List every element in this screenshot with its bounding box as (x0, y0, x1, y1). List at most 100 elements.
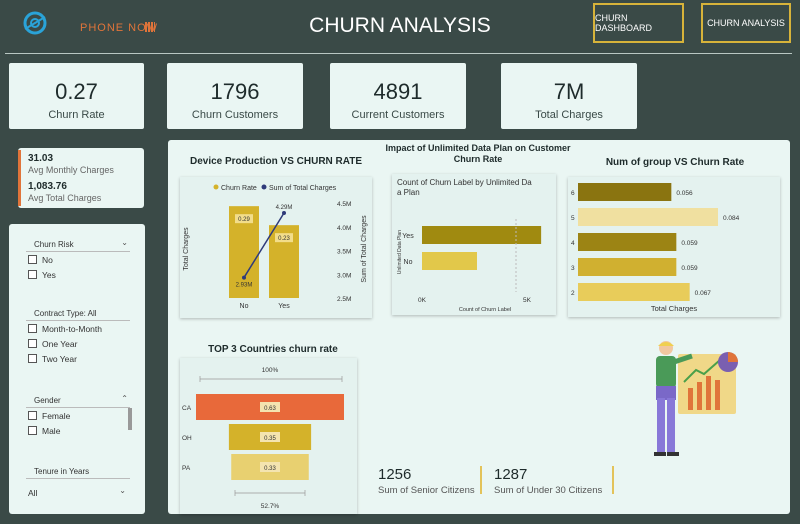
stat-label: Sum of Under 30 Citizens (494, 485, 603, 496)
bar-data-label: 0.33 (264, 466, 276, 472)
kpi-churn-rate: 0.27 Churn Rate (9, 63, 144, 129)
bar (578, 183, 672, 201)
chart-subtitle: Count of Churn Label by Unlimited Da (397, 178, 532, 187)
checkbox[interactable] (28, 339, 37, 348)
bar (422, 252, 477, 270)
avg-monthly-label: Avg Monthly Charges (28, 165, 114, 175)
y-tick-label: CA (182, 405, 192, 412)
kpi-total-charges: 7M Total Charges (501, 63, 637, 129)
option-no[interactable]: No (20, 252, 136, 267)
checkbox[interactable] (28, 411, 37, 420)
bar (578, 233, 677, 251)
stat-under-30: 1287 Sum of Under 30 Citizens (494, 466, 602, 496)
gender-slicer[interactable]: Gender ⌃ Female Male (20, 392, 136, 446)
option-one-year[interactable]: One Year (20, 336, 136, 351)
line-point (242, 275, 246, 280)
stat-divider (480, 466, 482, 494)
bar (422, 226, 542, 244)
bar-data-label: 0.067 (695, 290, 712, 297)
avg-charges-card: 31.03 Avg Monthly Charges 1,083.76 Avg T… (18, 148, 144, 208)
x-axis-label: Count of Churn Label (459, 307, 511, 313)
y-tick-label-right: 3.5M (337, 249, 351, 256)
slicer-title: Tenure in Years (34, 467, 90, 476)
y-axis-label-left: Total Charges (183, 227, 190, 271)
brand-logo (22, 10, 48, 36)
kpi-label: Current Customers (351, 109, 445, 121)
option-female[interactable]: Female (20, 408, 136, 423)
chart-title: Impact of Unlimited Data Plan on Custome… (385, 143, 571, 164)
stat-label: Sum of Senior Citizens (378, 485, 475, 496)
y-tick-label: PA (182, 465, 191, 472)
option-month-to-month[interactable]: Month-to-Month (20, 321, 136, 336)
gear-globe-icon (23, 11, 47, 35)
kpi-label: Churn Rate (48, 109, 105, 121)
bar-data-label: 0.29 (238, 217, 250, 223)
kpi-value: 7M (553, 79, 585, 104)
chart-subtitle: a Plan (397, 188, 420, 197)
tenure-slicer[interactable]: Tenure in Years All ⌄ (20, 463, 136, 503)
nav-churn-dashboard-button[interactable]: CHURN DASHBOARD (593, 3, 684, 43)
bar-data-label: 0.084 (723, 215, 740, 222)
kpi-value: 1796 (210, 79, 260, 104)
slicer-title: Churn Risk (34, 240, 74, 249)
bar-data-label: 0.35 (264, 436, 276, 442)
bar-data-label: 0.059 (681, 265, 698, 272)
kpi-label: Total Charges (535, 109, 603, 121)
y-tick-label: 2 (571, 290, 575, 297)
kpi-churn-customers: 1796 Churn Customers (167, 63, 303, 129)
chart-title: TOP 3 Countries churn rate (208, 344, 338, 355)
chart-title: Num of group VS Churn Rate (605, 157, 745, 168)
funnel-top-label: 100% (262, 367, 279, 374)
option-two-year[interactable]: Two Year (20, 351, 136, 366)
kpi-current-customers: 4891 Current Customers (330, 63, 466, 129)
line-data-label: 4.29M (276, 205, 293, 211)
option-yes[interactable]: Yes (20, 267, 136, 282)
countries-chart-card: 100% 0.63 CA 0.35 OH 0.33 PA 52.7% (180, 358, 357, 514)
num-group-chart: 6 0.056 5 0.084 4 0.059 3 0.059 2 0.067 Total Char… (571, 183, 740, 313)
option-male[interactable]: Male (20, 423, 136, 438)
accent-bar (18, 150, 21, 206)
chevron-up-icon[interactable]: ⌃ (121, 394, 128, 403)
x-axis-label: Total Charges (651, 304, 698, 313)
x-tick-label: No (240, 303, 249, 310)
y-tick-label: No (404, 259, 413, 266)
bar-data-label: 0.059 (681, 240, 698, 247)
stat-divider (612, 466, 614, 494)
legend-label: Sum of Total Charges (269, 185, 337, 192)
funnel-bottom-label: 52.7% (261, 503, 280, 510)
checkbox[interactable] (28, 426, 37, 435)
avg-total-value: 1,083.76 (28, 181, 67, 192)
brand-bars-icon (145, 22, 155, 32)
device-production-chart: Churn Rate Sum of Total Charges Total Char… (183, 184, 368, 310)
y-tick-label: Yes (402, 233, 414, 240)
checkbox[interactable] (28, 354, 37, 363)
y-tick-label: 6 (571, 190, 575, 197)
top-countries-chart: 100% 0.63 CA 0.35 OH 0.33 PA 52.7% (182, 367, 344, 510)
checkbox[interactable] (28, 324, 37, 333)
avg-monthly-value: 31.03 (28, 153, 54, 164)
bar-data-label: 0.63 (264, 406, 276, 412)
checkbox[interactable] (28, 255, 37, 264)
x-tick-label: 5K (523, 297, 532, 304)
contract-type-slicer[interactable]: Contract Type: All Month-to-Month One Ye… (20, 305, 136, 372)
churn-risk-slicer[interactable]: Churn Risk ⌄ No Yes (20, 236, 136, 290)
nav-churn-analysis-button[interactable]: CHURN ANALYSIS (701, 3, 791, 43)
line-data-label: 2.93M (236, 283, 253, 289)
unlimited-data-chart: Count of Churn Label by Unlimited Daa Pl… (397, 178, 542, 313)
bar-data-label: 0.23 (278, 236, 290, 242)
bar-data-label: 0.056 (676, 190, 693, 197)
chart-title: Device Production VS CHURN RATE (189, 156, 363, 167)
checkbox[interactable] (28, 270, 37, 279)
bar (578, 283, 690, 301)
y-axis-label-right: Sum of Total Charges (361, 215, 368, 283)
stat-value: 1256 (378, 466, 412, 483)
y-tick-label: 3 (571, 265, 575, 272)
x-tick-label: Yes (278, 303, 290, 310)
slicer-scrollbar[interactable] (128, 408, 132, 430)
stat-senior-citizens: 1256 Sum of Senior Citizens (378, 466, 475, 496)
bar (578, 208, 718, 226)
group-chart-card: 6 0.056 5 0.084 4 0.059 3 0.059 2 0.067 Total Char… (568, 177, 780, 317)
chevron-down-icon[interactable]: ⌄ (119, 486, 126, 495)
tenure-dropdown[interactable]: All ⌄ (20, 485, 136, 500)
chevron-down-icon[interactable]: ⌄ (121, 238, 128, 247)
